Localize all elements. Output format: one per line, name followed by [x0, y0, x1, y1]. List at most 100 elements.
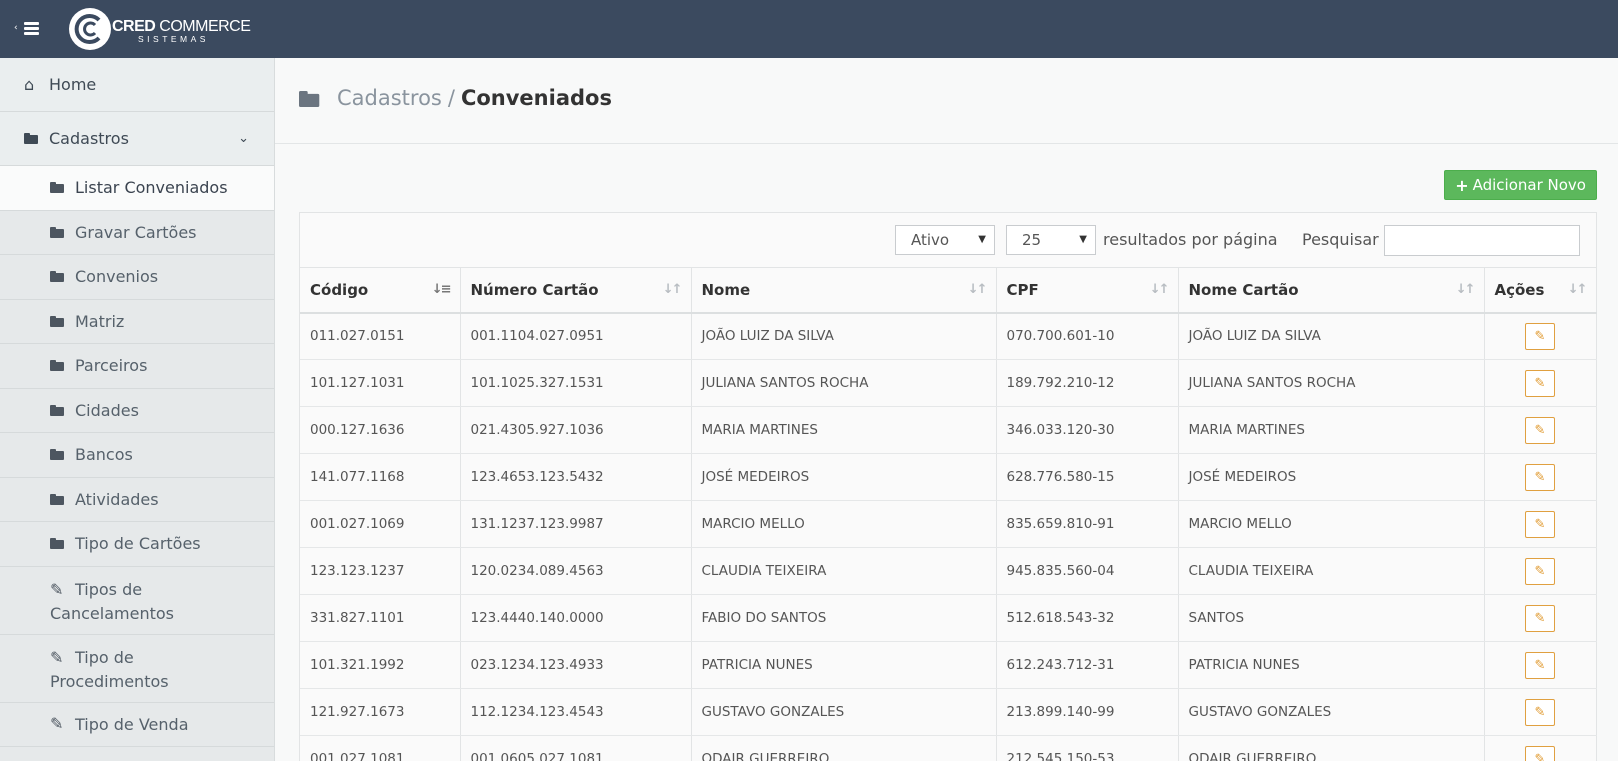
column-header-cpf[interactable]: CPF ↓↑	[996, 267, 1179, 314]
cell-nome-cartao: PATRICIA NUNES	[1178, 641, 1485, 689]
pencil-icon: ✎	[50, 714, 64, 734]
cell-acoes: ✎	[1484, 406, 1597, 454]
cell-codigo: 011.027.0151	[300, 312, 461, 360]
sidebar-item-convenios[interactable]: Convenios	[0, 255, 274, 300]
sidebar-item-cadastros[interactable]: Cadastros ⌄	[0, 112, 274, 166]
sidebar-toggle-button[interactable]: ‹	[12, 18, 42, 40]
cell-codigo: 123.123.1237	[300, 547, 461, 595]
sidebar-item-label: Home	[49, 75, 97, 94]
table-row[interactable]: 001.027.1069 131.1237.123.9987 MARCIO MELL…	[300, 500, 1597, 548]
table-row[interactable]: 000.127.1636 021.4305.927.1036 MARIA MARTI…	[300, 406, 1597, 454]
sidebar-item-listar-conveniados[interactable]: Listar Conveniados	[0, 166, 274, 211]
pencil-icon: ✎	[1534, 375, 1546, 391]
cell-cpf: 189.792.210-12	[996, 359, 1179, 407]
edit-button[interactable]: ✎	[1525, 698, 1555, 726]
cell-numero-cartao: 001.1104.027.0951	[460, 312, 692, 360]
sidebar-item-label: Gravar Cartões	[75, 222, 197, 242]
cell-codigo: 141.077.1168	[300, 453, 461, 501]
column-header-nome-cartao[interactable]: Nome Cartão ↓↑	[1178, 267, 1485, 314]
folder-icon	[50, 538, 64, 550]
table-row[interactable]: 121.927.1673 112.1234.123.4543 GUSTAVO GON…	[300, 688, 1597, 736]
sort-icon: ↓↑	[1149, 282, 1170, 297]
sidebar-item-matriz[interactable]: Matriz	[0, 300, 274, 344]
cell-numero-cartao: 123.4653.123.5432	[460, 453, 692, 501]
edit-button[interactable]: ✎	[1525, 463, 1555, 491]
edit-button[interactable]: ✎	[1525, 604, 1555, 632]
edit-button[interactable]: ✎	[1525, 510, 1555, 538]
logo-subtitle: SISTEMAS	[138, 34, 209, 44]
table-row[interactable]: 011.027.0151 001.1104.027.0951 JOÃO LUIZ D…	[300, 312, 1597, 360]
column-header-acoes[interactable]: Ações ↓↑	[1484, 267, 1597, 314]
cell-acoes: ✎	[1484, 688, 1597, 736]
cell-numero-cartao: 001.0605.027.1081	[460, 735, 692, 761]
cell-acoes: ✎	[1484, 594, 1597, 642]
search-input[interactable]	[1384, 225, 1580, 256]
cell-codigo: 001.027.1081	[300, 735, 461, 761]
edit-button[interactable]: ✎	[1525, 557, 1555, 585]
table-row[interactable]: 101.127.1031 101.1025.327.1531 JULIANA SAN…	[300, 359, 1597, 407]
cell-codigo: 121.927.1673	[300, 688, 461, 736]
breadcrumb-separator: /	[447, 86, 455, 110]
cell-nome: JOSÉ MEDEIROS	[691, 453, 997, 501]
sort-icon: ↓↑	[1567, 282, 1588, 297]
table-row[interactable]: 001.027.1081 001.0605.027.1081 ODAIR GUERR…	[300, 735, 1597, 761]
page-header: Cadastros / Conveniados	[275, 58, 1618, 144]
sort-icon: ↓↑	[1455, 282, 1476, 297]
sidebar-item-atividades[interactable]: Atividades	[0, 478, 274, 522]
sort-icon: ↓≡	[431, 282, 452, 297]
cell-codigo: 000.127.1636	[300, 406, 461, 454]
folder-icon	[50, 404, 64, 416]
sidebar-item-tipo-de-venda[interactable]: ✎ Tipo de Venda	[0, 703, 274, 747]
table-row[interactable]: 101.321.1992 023.1234.123.4933 PATRICIA NU…	[300, 641, 1597, 689]
sidebar-item-tipo-de-procedimentos[interactable]: ✎ Tipo de Procedimentos	[0, 635, 274, 703]
sidebar-item-home[interactable]: ⌂ Home	[0, 58, 274, 112]
pencil-icon: ✎	[1534, 657, 1546, 673]
edit-button[interactable]: ✎	[1525, 745, 1555, 761]
sidebar-item-tipo-de-cartoes[interactable]: Tipo de Cartões	[0, 522, 274, 567]
cell-numero-cartao: 123.4440.140.0000	[460, 594, 692, 642]
cell-cpf: 346.033.120-30	[996, 406, 1179, 454]
results-per-page-label: resultados por página	[1103, 230, 1278, 249]
table-row[interactable]: 123.123.1237 120.0234.089.4563 CLAUDIA TEI…	[300, 547, 1597, 595]
add-new-button[interactable]: + Adicionar Novo	[1444, 170, 1597, 200]
cell-numero-cartao: 120.0234.089.4563	[460, 547, 692, 595]
plus-icon: +	[1455, 175, 1469, 195]
edit-button[interactable]: ✎	[1525, 416, 1555, 444]
cell-nome: MARCIO MELLO	[691, 500, 997, 548]
sidebar-item-cidades[interactable]: Cidades	[0, 389, 274, 433]
sort-icon: ↓↑	[967, 282, 988, 297]
caret-down-icon: ▼	[978, 234, 986, 245]
cell-cpf: 213.899.140-99	[996, 688, 1179, 736]
folder-icon	[50, 449, 64, 461]
folder-icon	[24, 133, 38, 144]
sidebar-item-label: Cadastros	[49, 129, 129, 148]
cell-acoes: ✎	[1484, 312, 1597, 360]
caret-down-icon: ▼	[1079, 234, 1087, 245]
home-icon: ⌂	[24, 74, 35, 94]
cell-nome-cartao: JOÃO LUIZ DA SILVA	[1178, 312, 1485, 360]
column-header-codigo[interactable]: Código ↓≡	[300, 267, 461, 314]
sidebar-item-parceiros[interactable]: Parceiros	[0, 344, 274, 389]
sidebar-item-bancos[interactable]: Bancos	[0, 433, 274, 478]
status-filter-select[interactable]: Ativo ▼	[895, 225, 995, 255]
page-size-select[interactable]: 25 ▼	[1006, 225, 1096, 255]
cell-nome-cartao: SANTOS	[1178, 594, 1485, 642]
cell-nome: MARIA MARTINES	[691, 406, 997, 454]
cell-nome-cartao: GUSTAVO GONZALES	[1178, 688, 1485, 736]
edit-button[interactable]: ✎	[1525, 322, 1555, 350]
breadcrumb-parent[interactable]: Cadastros	[337, 86, 442, 110]
column-header-numero-cartao[interactable]: Número Cartão ↓↑	[460, 267, 692, 314]
sidebar-item-tipos-de-cancelamentos[interactable]: ✎ Tipos de Cancelamentos	[0, 567, 274, 635]
table-row[interactable]: 141.077.1168 123.4653.123.5432 JOSÉ MEDEIR…	[300, 453, 1597, 501]
page-title: Conveniados	[460, 86, 612, 110]
folder-icon	[50, 182, 64, 194]
cell-cpf: 070.700.601-10	[996, 312, 1179, 360]
cell-nome: JULIANA SANTOS ROCHA	[691, 359, 997, 407]
cell-nome: JOÃO LUIZ DA SILVA	[691, 312, 997, 360]
column-header-nome[interactable]: Nome ↓↑	[691, 267, 997, 314]
edit-button[interactable]: ✎	[1525, 369, 1555, 397]
app-logo[interactable]: CRED COMMERCE SISTEMAS	[68, 7, 258, 51]
table-row[interactable]: 331.827.1101 123.4440.140.0000 FABIO DO SA…	[300, 594, 1597, 642]
sidebar-item-gravar-cartoes[interactable]: Gravar Cartões	[0, 211, 274, 255]
edit-button[interactable]: ✎	[1525, 651, 1555, 679]
